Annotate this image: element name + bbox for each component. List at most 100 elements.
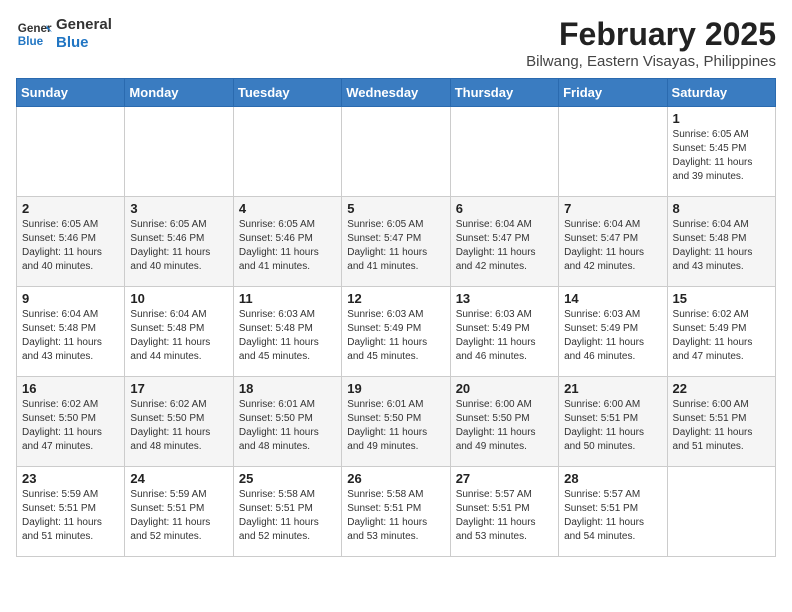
day-info: Sunrise: 6:00 AM Sunset: 5:51 PM Dayligh…: [564, 398, 661, 454]
calendar-cell: [450, 107, 558, 197]
day-info: Sunrise: 6:00 AM Sunset: 5:51 PM Dayligh…: [673, 398, 770, 454]
calendar-cell: [233, 107, 341, 197]
calendar-cell: 5 Sunrise: 6:05 AM Sunset: 5:47 PM Daylig…: [342, 197, 450, 287]
header-friday: Friday: [559, 79, 667, 107]
calendar-cell: 10Sunrise: 6:04 AM Sunset: 5:48 PM Dayli…: [125, 287, 233, 377]
day-number: 26: [347, 471, 444, 486]
day-info: Sunrise: 6:04 AM Sunset: 5:47 PM Dayligh…: [564, 218, 661, 274]
day-number: 18: [239, 381, 336, 396]
day-number: 23: [22, 471, 119, 486]
day-info: Sunrise: 6:03 AM Sunset: 5:49 PM Dayligh…: [347, 308, 444, 364]
page-header: General Blue General Blue February 2025 …: [16, 16, 776, 70]
day-info: Sunrise: 6:05 AM Sunset: 5:45 PM Dayligh…: [673, 128, 770, 184]
calendar-cell: 7 Sunrise: 6:04 AM Sunset: 5:47 PM Daylig…: [559, 197, 667, 287]
day-info: Sunrise: 6:04 AM Sunset: 5:48 PM Dayligh…: [673, 218, 770, 274]
calendar-cell: 11 Sunrise: 6:03 AM Sunset: 5:48 PM Dayli…: [233, 287, 341, 377]
day-number: 12: [347, 291, 444, 306]
day-info: Sunrise: 5:59 AM Sunset: 5:51 PM Dayligh…: [22, 488, 119, 544]
day-number: 9: [22, 291, 119, 306]
day-number: 17: [130, 381, 227, 396]
calendar-week-4: 16 Sunrise: 6:02 AM Sunset: 5:50 PM Dayli…: [17, 377, 776, 467]
calendar-cell: 12 Sunrise: 6:03 AM Sunset: 5:49 PM Dayli…: [342, 287, 450, 377]
day-info: Sunrise: 6:01 AM Sunset: 5:50 PM Dayligh…: [239, 398, 336, 454]
day-info: Sunrise: 5:57 AM Sunset: 5:51 PM Dayligh…: [456, 488, 553, 544]
calendar-week-1: 1 Sunrise: 6:05 AM Sunset: 5:45 PM Daylig…: [17, 107, 776, 197]
calendar-cell: 13Sunrise: 6:03 AM Sunset: 5:49 PM Dayli…: [450, 287, 558, 377]
header-saturday: Saturday: [667, 79, 775, 107]
month-year: February 2025: [526, 16, 776, 53]
day-info: Sunrise: 6:02 AM Sunset: 5:50 PM Dayligh…: [130, 398, 227, 454]
calendar-week-5: 23 Sunrise: 5:59 AM Sunset: 5:51 PM Dayli…: [17, 467, 776, 557]
logo-icon: General Blue: [16, 16, 52, 52]
calendar-table: SundayMondayTuesdayWednesdayThursdayFrid…: [16, 78, 776, 557]
day-number: 15: [673, 291, 770, 306]
day-number: 25: [239, 471, 336, 486]
calendar-cell: 23 Sunrise: 5:59 AM Sunset: 5:51 PM Dayli…: [17, 467, 125, 557]
calendar-cell: 28Sunrise: 5:57 AM Sunset: 5:51 PM Dayli…: [559, 467, 667, 557]
calendar-cell: [667, 467, 775, 557]
header-sunday: Sunday: [17, 79, 125, 107]
day-number: 3: [130, 201, 227, 216]
logo-blue: Blue: [56, 34, 112, 52]
day-info: Sunrise: 5:59 AM Sunset: 5:51 PM Dayligh…: [130, 488, 227, 544]
logo-general: General: [56, 16, 112, 34]
calendar-cell: 26 Sunrise: 5:58 AM Sunset: 5:51 PM Dayli…: [342, 467, 450, 557]
logo: General Blue General Blue: [16, 16, 112, 52]
day-info: Sunrise: 6:04 AM Sunset: 5:47 PM Dayligh…: [456, 218, 553, 274]
header-tuesday: Tuesday: [233, 79, 341, 107]
day-number: 24: [130, 471, 227, 486]
day-info: Sunrise: 6:00 AM Sunset: 5:50 PM Dayligh…: [456, 398, 553, 454]
calendar-cell: 25 Sunrise: 5:58 AM Sunset: 5:51 PM Dayli…: [233, 467, 341, 557]
calendar-cell: 14 Sunrise: 6:03 AM Sunset: 5:49 PM Dayli…: [559, 287, 667, 377]
calendar-cell: [559, 107, 667, 197]
day-number: 2: [22, 201, 119, 216]
calendar-week-3: 9 Sunrise: 6:04 AM Sunset: 5:48 PM Daylig…: [17, 287, 776, 377]
calendar-cell: [342, 107, 450, 197]
calendar-cell: 20Sunrise: 6:00 AM Sunset: 5:50 PM Dayli…: [450, 377, 558, 467]
day-info: Sunrise: 6:02 AM Sunset: 5:50 PM Dayligh…: [22, 398, 119, 454]
calendar-cell: 24 Sunrise: 5:59 AM Sunset: 5:51 PM Dayli…: [125, 467, 233, 557]
day-info: Sunrise: 6:05 AM Sunset: 5:46 PM Dayligh…: [130, 218, 227, 274]
day-number: 27: [456, 471, 553, 486]
calendar-cell: 17 Sunrise: 6:02 AM Sunset: 5:50 PM Dayli…: [125, 377, 233, 467]
day-number: 5: [347, 201, 444, 216]
calendar-header-row: SundayMondayTuesdayWednesdayThursdayFrid…: [17, 79, 776, 107]
calendar-cell: 1 Sunrise: 6:05 AM Sunset: 5:45 PM Daylig…: [667, 107, 775, 197]
calendar-cell: 4 Sunrise: 6:05 AM Sunset: 5:46 PM Daylig…: [233, 197, 341, 287]
calendar-cell: 22 Sunrise: 6:00 AM Sunset: 5:51 PM Dayli…: [667, 377, 775, 467]
calendar-cell: 19 Sunrise: 6:01 AM Sunset: 5:50 PM Dayli…: [342, 377, 450, 467]
calendar-cell: 15 Sunrise: 6:02 AM Sunset: 5:49 PM Dayli…: [667, 287, 775, 377]
day-number: 1: [673, 111, 770, 126]
day-number: 6: [456, 201, 553, 216]
day-number: 11: [239, 291, 336, 306]
day-info: Sunrise: 5:58 AM Sunset: 5:51 PM Dayligh…: [239, 488, 336, 544]
day-number: 13: [456, 291, 553, 306]
day-number: 19: [347, 381, 444, 396]
day-info: Sunrise: 6:03 AM Sunset: 5:49 PM Dayligh…: [564, 308, 661, 364]
calendar-cell: 16 Sunrise: 6:02 AM Sunset: 5:50 PM Dayli…: [17, 377, 125, 467]
day-info: Sunrise: 6:04 AM Sunset: 5:48 PM Dayligh…: [22, 308, 119, 364]
calendar-cell: 6 Sunrise: 6:04 AM Sunset: 5:47 PM Daylig…: [450, 197, 558, 287]
calendar-week-2: 2 Sunrise: 6:05 AM Sunset: 5:46 PM Daylig…: [17, 197, 776, 287]
location: Bilwang, Eastern Visayas, Philippines: [526, 53, 776, 70]
svg-text:Blue: Blue: [18, 35, 44, 48]
day-number: 14: [564, 291, 661, 306]
calendar-cell: 9 Sunrise: 6:04 AM Sunset: 5:48 PM Daylig…: [17, 287, 125, 377]
day-info: Sunrise: 6:01 AM Sunset: 5:50 PM Dayligh…: [347, 398, 444, 454]
day-info: Sunrise: 6:02 AM Sunset: 5:49 PM Dayligh…: [673, 308, 770, 364]
day-info: Sunrise: 5:58 AM Sunset: 5:51 PM Dayligh…: [347, 488, 444, 544]
title-block: February 2025 Bilwang, Eastern Visayas, …: [526, 16, 776, 70]
calendar-cell: 18 Sunrise: 6:01 AM Sunset: 5:50 PM Dayli…: [233, 377, 341, 467]
day-info: Sunrise: 6:03 AM Sunset: 5:48 PM Dayligh…: [239, 308, 336, 364]
day-number: 28: [564, 471, 661, 486]
day-info: Sunrise: 6:05 AM Sunset: 5:47 PM Dayligh…: [347, 218, 444, 274]
calendar-cell: [17, 107, 125, 197]
day-info: Sunrise: 6:05 AM Sunset: 5:46 PM Dayligh…: [239, 218, 336, 274]
calendar-cell: [125, 107, 233, 197]
day-number: 16: [22, 381, 119, 396]
day-number: 4: [239, 201, 336, 216]
header-wednesday: Wednesday: [342, 79, 450, 107]
calendar-cell: 8Sunrise: 6:04 AM Sunset: 5:48 PM Daylig…: [667, 197, 775, 287]
day-number: 7: [564, 201, 661, 216]
day-number: 22: [673, 381, 770, 396]
